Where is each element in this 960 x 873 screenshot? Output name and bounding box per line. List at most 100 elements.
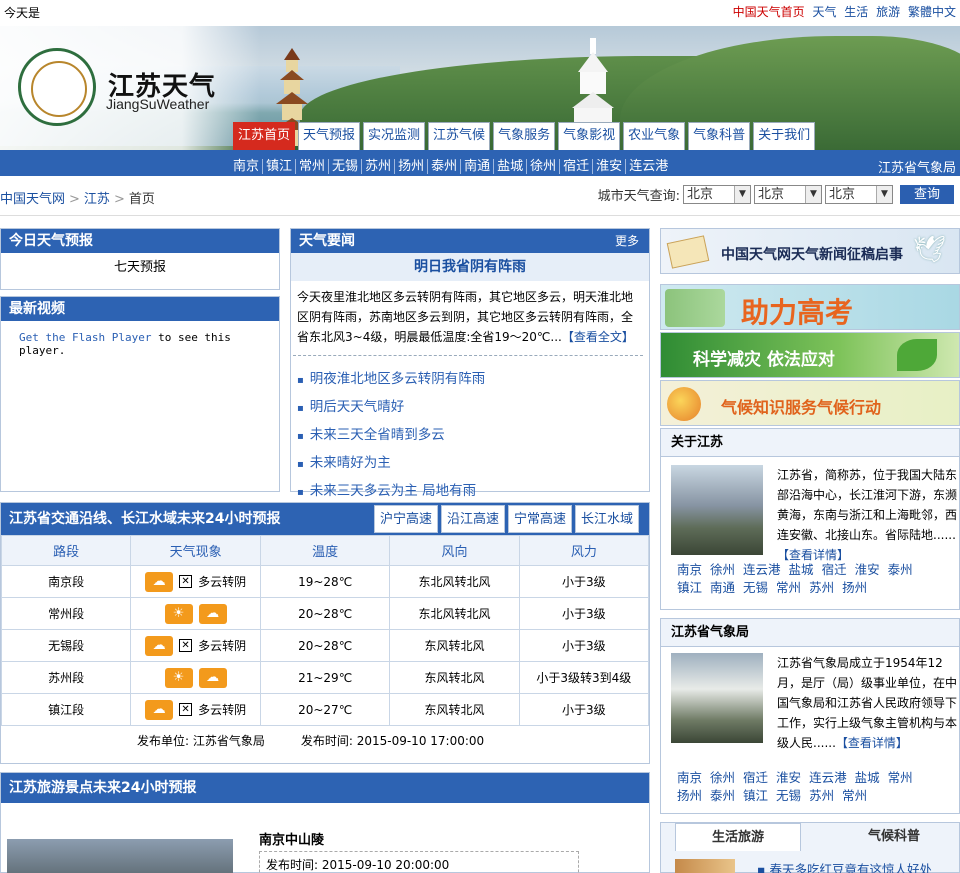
city-link-zhenjiang[interactable]: 镇江 (263, 159, 297, 174)
news-item[interactable]: 明后天天气晴好 (291, 394, 649, 422)
bureau-city-link[interactable]: 南京 (677, 770, 702, 785)
seven-day-link[interactable]: 七天预报 (1, 253, 279, 283)
city-link-lianyungang[interactable]: 连云港 (626, 159, 671, 174)
about-jiangsu-image[interactable] (671, 465, 763, 555)
breadcrumb-home[interactable]: 中国天气网 (0, 192, 65, 207)
about-city-link[interactable]: 南京 (677, 562, 702, 577)
news-more-link[interactable]: 更多 (615, 229, 639, 253)
top-link-cma-home[interactable]: 中国天气首页 (733, 5, 805, 19)
nav-tab-observation[interactable]: 实况监测 (363, 122, 426, 150)
about-jiangsu-text: 江苏省，简称苏，位于我国大陆东部沿海中心，长江淮河下游，东濒黄海，东南与浙江和上… (777, 468, 958, 562)
scenic-spot-name[interactable]: 南京中山陵 (259, 829, 324, 848)
about-city-link[interactable]: 徐州 (710, 562, 735, 577)
bureau-info-image[interactable] (671, 653, 763, 743)
top-link-life[interactable]: 生活 (844, 5, 868, 19)
bureau-city-link[interactable]: 苏州 (809, 788, 834, 803)
tab-ningchang[interactable]: 宁常高速 (507, 505, 572, 533)
breadcrumb-current: 首页 (128, 192, 155, 207)
city-link-taizhou[interactable]: 泰州 (428, 159, 462, 174)
ad-news-contribution[interactable]: 中国天气网天气新闻征稿启事 🕊 (660, 228, 960, 274)
district-select[interactable]: 北京 ▼ (825, 185, 893, 204)
city-link-yancheng[interactable]: 盐城 (494, 159, 528, 174)
tab-life-travel[interactable]: 生活旅游 (675, 823, 801, 851)
table-row: 常州段 ☀ ☁ 20~28℃ 东北风转北风 小于3级 (0, 597, 650, 630)
breadcrumb-region[interactable]: 江苏 (84, 192, 110, 207)
top-link-weather[interactable]: 天气 (812, 5, 836, 19)
life-item-link[interactable]: ▪ 春天多吃红豆竟有这惊人好处 (757, 859, 932, 873)
ad-disaster-reduction[interactable]: 科学减灾 依法应对 (660, 332, 960, 378)
bureau-city-link[interactable]: 常州 (842, 788, 867, 803)
nav-tab-about[interactable]: 关于我们 (753, 122, 816, 150)
city-query: 城市天气查询: 北京 ▼ 北京 ▼ 北京 ▼ 查询 (598, 185, 954, 204)
bureau-city-link[interactable]: 徐州 (710, 770, 735, 785)
city-link-xuzhou[interactable]: 徐州 (527, 159, 561, 174)
ad-climate-service[interactable]: 气候知识服务气候行动 (660, 380, 960, 426)
bureau-city-link[interactable]: 泰州 (710, 788, 735, 803)
flash-player-link[interactable]: Get the Flash Player (19, 331, 151, 344)
tab-yangtze[interactable]: 长江水域 (574, 505, 639, 533)
about-jiangsu-panel: 关于江苏 江苏省，简称苏，位于我国大陆东部沿海中心，长江淮河下游，东濒黄海，东南… (660, 428, 960, 610)
top-link-travel[interactable]: 旅游 (876, 5, 900, 19)
news-read-more-link[interactable]: 【查看全文】 (562, 330, 634, 344)
bamboo-icon (665, 289, 725, 327)
nav-tab-home[interactable]: 江苏首页 (233, 122, 296, 150)
about-city-link[interactable]: 盐城 (789, 562, 814, 577)
city-link-huaian[interactable]: 淮安 (593, 159, 627, 174)
bureau-city-link[interactable]: 镇江 (743, 788, 768, 803)
life-item-image[interactable] (675, 859, 735, 873)
broken-image-icon: ✕ (179, 575, 193, 588)
about-city-link[interactable]: 无锡 (743, 580, 768, 595)
bureau-link[interactable]: 江苏省气象局 (878, 157, 956, 176)
ad-gaokao[interactable]: 助力高考 (660, 284, 960, 330)
city-link-suqian[interactable]: 宿迁 (560, 159, 594, 174)
city-link-yangzhou[interactable]: 扬州 (395, 159, 429, 174)
about-city-link[interactable]: 宿迁 (822, 562, 847, 577)
nav-tab-forecast[interactable]: 天气预报 (298, 122, 361, 150)
news-item[interactable]: 未来三天全省晴到多云 (291, 422, 649, 450)
traffic-forecast-title: 江苏省交通沿线、长江水域未来24小时预报 沪宁高速 沿江高速 宁常高速 长江水域 (1, 503, 649, 535)
bureau-city-link[interactable]: 淮安 (776, 770, 801, 785)
city-link-nanjing[interactable]: 南京 (230, 159, 264, 174)
query-button[interactable]: 查询 (900, 185, 954, 204)
nav-tab-climate[interactable]: 江苏气候 (428, 122, 491, 150)
tab-climate-science[interactable]: 气候科普 (831, 823, 957, 851)
nav-tab-agriculture[interactable]: 农业气象 (623, 122, 686, 150)
col-header-road: 路段 (0, 535, 132, 566)
nav-tab-science[interactable]: 气象科普 (688, 122, 751, 150)
news-item[interactable]: 未来晴好为主 (291, 450, 649, 478)
about-city-link[interactable]: 苏州 (809, 580, 834, 595)
city-select[interactable]: 北京 ▼ (754, 185, 822, 204)
tab-huning[interactable]: 沪宁高速 (373, 505, 438, 533)
about-city-link[interactable]: 淮安 (855, 562, 880, 577)
about-city-link[interactable]: 泰州 (888, 562, 913, 577)
about-city-link[interactable]: 扬州 (842, 580, 867, 595)
about-city-link[interactable]: 南通 (710, 580, 735, 595)
bureau-city-link[interactable]: 扬州 (677, 788, 702, 803)
logo-emblem-icon[interactable] (18, 48, 96, 126)
bureau-city-link[interactable]: 宿迁 (743, 770, 768, 785)
scenic-spot-image[interactable] (7, 839, 233, 873)
news-item[interactable]: 明夜淮北地区多云转阴有阵雨 (291, 366, 649, 394)
about-jiangsu-link[interactable]: 【查看详情】 (777, 548, 849, 562)
about-city-link[interactable]: 镇江 (677, 580, 702, 595)
nav-tab-video[interactable]: 气象影视 (558, 122, 621, 150)
city-link-wuxi[interactable]: 无锡 (329, 159, 363, 174)
city-link-nantong[interactable]: 南通 (461, 159, 495, 174)
bureau-info-link[interactable]: 【查看详情】 (836, 736, 908, 750)
bureau-city-link[interactable]: 无锡 (776, 788, 801, 803)
cloudy-icon: ☁ (145, 635, 174, 656)
city-link-changzhou[interactable]: 常州 (296, 159, 330, 174)
province-select[interactable]: 北京 ▼ (683, 185, 751, 204)
news-headline[interactable]: 明日我省阴有阵雨 (291, 253, 649, 281)
bureau-city-link[interactable]: 连云港 (809, 770, 847, 785)
tab-yanjiang[interactable]: 沿江高速 (440, 505, 505, 533)
city-link-suzhou[interactable]: 苏州 (362, 159, 396, 174)
bureau-city-link[interactable]: 常州 (888, 770, 913, 785)
about-city-link[interactable]: 常州 (776, 580, 801, 595)
breadcrumb-row: 中国天气网 > 江苏 > 首页 城市天气查询: 北京 ▼ 北京 ▼ 北京 ▼ 查询 (0, 180, 960, 216)
top-link-traditional[interactable]: 繁體中文 (908, 5, 956, 19)
about-city-link[interactable]: 连云港 (743, 562, 781, 577)
nav-tab-service[interactable]: 气象服务 (493, 122, 556, 150)
bureau-city-link[interactable]: 盐城 (855, 770, 880, 785)
table-row: 苏州段 ☀ ☁ 21~29℃ 东风转北风 小于3级转3到4级 (0, 661, 650, 694)
